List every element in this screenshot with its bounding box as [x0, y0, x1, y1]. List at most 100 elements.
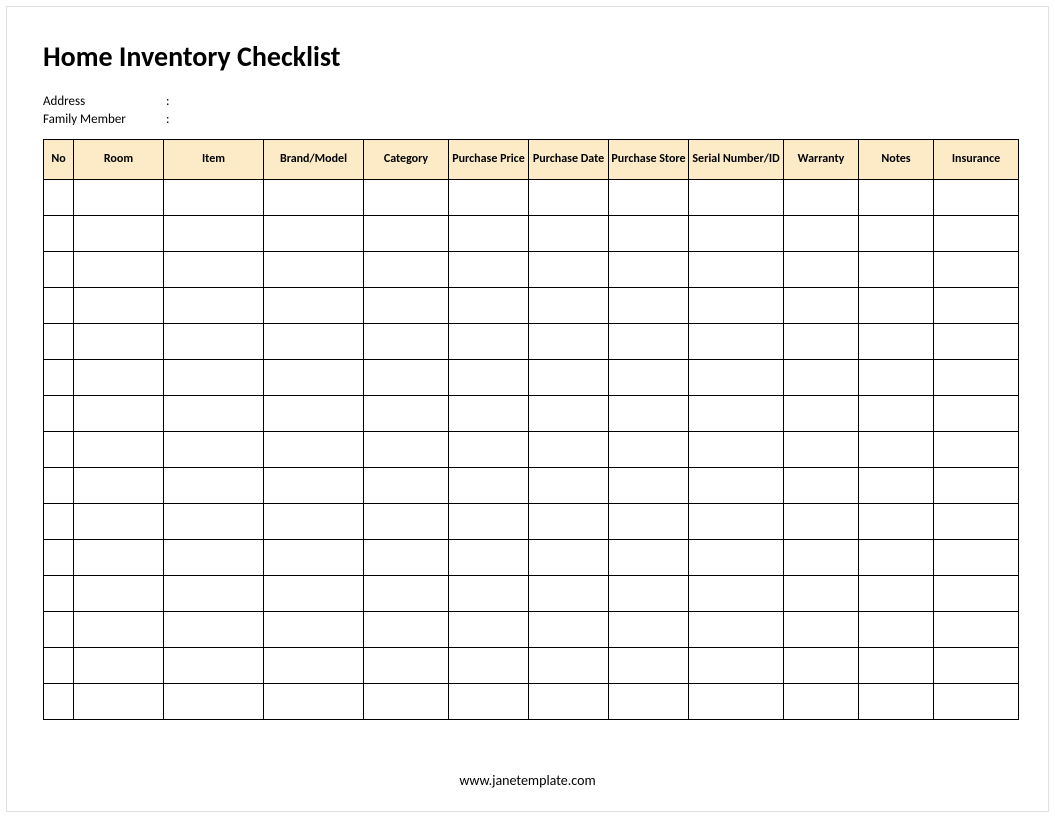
table-cell — [689, 684, 784, 720]
table-cell — [784, 684, 859, 720]
table-cell — [264, 396, 364, 432]
table-cell — [529, 252, 609, 288]
table-cell — [264, 432, 364, 468]
table-cell — [164, 360, 264, 396]
table-cell — [264, 324, 364, 360]
table-cell — [609, 540, 689, 576]
table-cell — [689, 324, 784, 360]
table-cell — [784, 252, 859, 288]
page-title: Home Inventory Checklist — [43, 39, 1012, 74]
table-row — [44, 360, 1019, 396]
column-header: Room — [74, 140, 164, 180]
table-cell — [689, 612, 784, 648]
table-cell — [449, 432, 529, 468]
table-cell — [784, 180, 859, 216]
table-cell — [449, 360, 529, 396]
table-cell — [529, 180, 609, 216]
table-cell — [44, 576, 74, 612]
column-header: Brand/Model — [264, 140, 364, 180]
table-cell — [449, 324, 529, 360]
table-cell — [264, 612, 364, 648]
table-cell — [934, 252, 1019, 288]
table-cell — [44, 252, 74, 288]
table-cell — [449, 504, 529, 540]
column-header: Item — [164, 140, 264, 180]
column-header: Insurance — [934, 140, 1019, 180]
table-cell — [784, 216, 859, 252]
column-header: Purchase Date — [529, 140, 609, 180]
table-row — [44, 648, 1019, 684]
table-cell — [364, 252, 449, 288]
table-cell — [859, 216, 934, 252]
table-cell — [264, 468, 364, 504]
table-cell — [689, 468, 784, 504]
family-colon: : — [166, 112, 176, 127]
table-cell — [784, 648, 859, 684]
table-cell — [264, 180, 364, 216]
table-cell — [74, 612, 164, 648]
table-cell — [449, 576, 529, 612]
table-cell — [609, 180, 689, 216]
table-cell — [859, 576, 934, 612]
table-cell — [44, 216, 74, 252]
table-cell — [364, 216, 449, 252]
column-header: Serial Number/ID — [689, 140, 784, 180]
table-cell — [44, 468, 74, 504]
table-row — [44, 324, 1019, 360]
table-cell — [609, 324, 689, 360]
table-cell — [44, 396, 74, 432]
table-cell — [529, 468, 609, 504]
table-cell — [859, 540, 934, 576]
table-cell — [689, 504, 784, 540]
table-cell — [689, 396, 784, 432]
table-cell — [74, 684, 164, 720]
table-cell — [364, 648, 449, 684]
table-row — [44, 216, 1019, 252]
table-cell — [609, 432, 689, 468]
table-cell — [859, 180, 934, 216]
table-cell — [689, 288, 784, 324]
table-cell — [934, 180, 1019, 216]
table-cell — [364, 576, 449, 612]
table-cell — [449, 252, 529, 288]
table-cell — [264, 684, 364, 720]
table-cell — [264, 360, 364, 396]
table-cell — [449, 612, 529, 648]
table-cell — [264, 576, 364, 612]
table-cell — [934, 504, 1019, 540]
table-cell — [44, 360, 74, 396]
table-cell — [784, 540, 859, 576]
table-cell — [784, 612, 859, 648]
table-cell — [74, 324, 164, 360]
table-cell — [364, 468, 449, 504]
table-cell — [449, 684, 529, 720]
table-cell — [264, 540, 364, 576]
table-cell — [934, 576, 1019, 612]
table-cell — [859, 324, 934, 360]
table-row — [44, 576, 1019, 612]
table-row — [44, 540, 1019, 576]
inventory-table-wrap: NoRoomItemBrand/ModelCategoryPurchase Pr… — [43, 139, 1012, 720]
table-row — [44, 468, 1019, 504]
table-row — [44, 432, 1019, 468]
document-page: Home Inventory Checklist Address : Famil… — [6, 6, 1049, 812]
table-cell — [859, 252, 934, 288]
table-cell — [44, 180, 74, 216]
table-cell — [609, 576, 689, 612]
column-header: Category — [364, 140, 449, 180]
table-cell — [609, 468, 689, 504]
address-row: Address : — [43, 94, 1012, 109]
table-cell — [449, 180, 529, 216]
table-cell — [164, 684, 264, 720]
column-header: No — [44, 140, 74, 180]
table-cell — [164, 540, 264, 576]
table-cell — [934, 684, 1019, 720]
table-cell — [529, 360, 609, 396]
table-cell — [364, 540, 449, 576]
table-cell — [44, 432, 74, 468]
table-cell — [934, 216, 1019, 252]
table-cell — [529, 324, 609, 360]
table-cell — [934, 432, 1019, 468]
table-cell — [689, 648, 784, 684]
table-cell — [44, 648, 74, 684]
